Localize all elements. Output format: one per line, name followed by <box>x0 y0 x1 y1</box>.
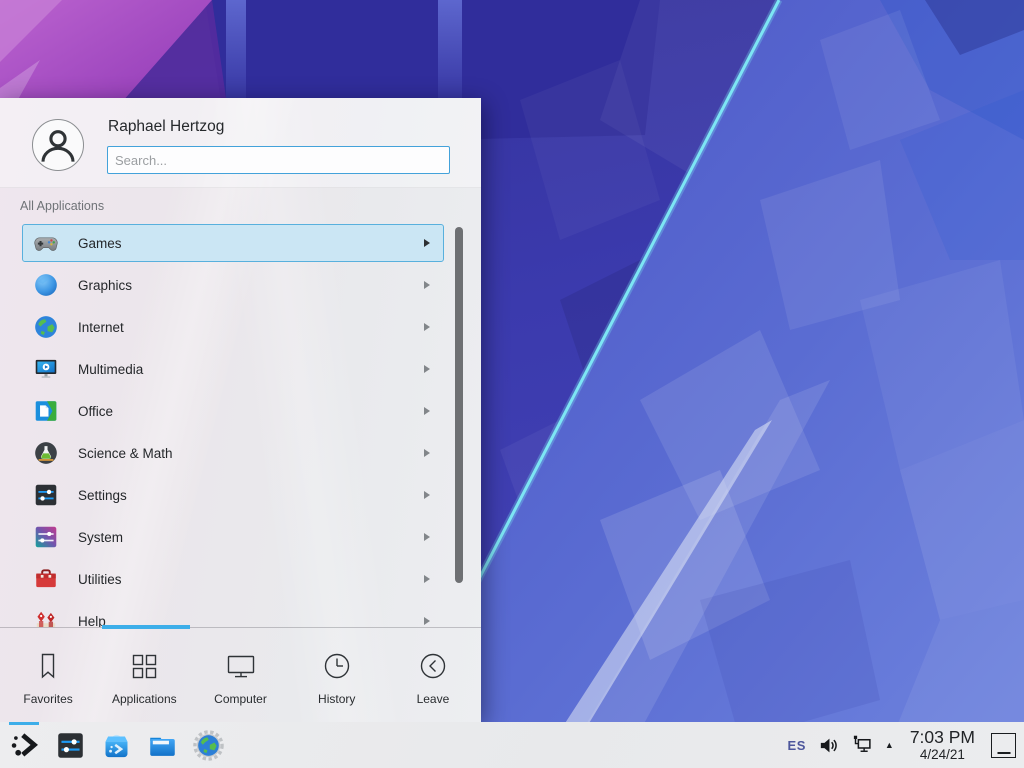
tab-favorites[interactable]: Favorites <box>0 628 96 722</box>
network-button[interactable] <box>851 734 874 757</box>
volume-icon <box>817 734 840 757</box>
submenu-arrow-icon <box>424 281 430 289</box>
app-launcher-button[interactable] <box>6 722 42 768</box>
tab-history[interactable]: History <box>289 628 385 722</box>
show-desktop-button[interactable] <box>991 733 1016 758</box>
search-input[interactable] <box>107 146 450 174</box>
category-row-system[interactable]: System <box>22 518 444 556</box>
tab-leave[interactable]: Leave <box>385 628 481 722</box>
submenu-arrow-icon <box>424 533 430 541</box>
internet-icon <box>33 314 59 340</box>
person-icon <box>33 120 83 170</box>
computer-icon <box>224 649 258 683</box>
favorites-icon <box>31 649 65 683</box>
file-manager-icon <box>147 730 178 761</box>
taskbar-launchers <box>6 722 226 768</box>
category-label: Science & Math <box>78 446 173 461</box>
category-label: Office <box>78 404 113 419</box>
category-label: Settings <box>78 488 127 503</box>
tab-label: Favorites <box>23 692 72 706</box>
tab-label: Computer <box>214 692 267 706</box>
settings-icon <box>33 482 59 508</box>
category-row-graphics[interactable]: Graphics <box>22 266 444 304</box>
leave-icon <box>416 649 450 683</box>
category-row-office[interactable]: Office <box>22 392 444 430</box>
submenu-arrow-icon <box>424 491 430 499</box>
app-launcher-icon <box>9 730 40 761</box>
system-tray: ES ▲ 7:03 PM 4/24/21 <box>788 722 1018 768</box>
tab-label: History <box>318 692 355 706</box>
scrollbar[interactable] <box>455 227 463 583</box>
category-label: Graphics <box>78 278 132 293</box>
taskbar: ES ▲ 7:03 PM 4/24/21 <box>0 722 1024 768</box>
category-row-help[interactable]: Help <box>22 602 444 627</box>
desktop: { "user": { "name": "Raphael Hertzog" },… <box>0 0 1024 768</box>
network-icon <box>851 734 874 757</box>
category-label: Games <box>78 236 122 251</box>
utilities-icon <box>33 566 59 592</box>
category-row-games[interactable]: Games <box>22 224 444 262</box>
science-icon <box>33 440 59 466</box>
tab-label: Leave <box>417 692 450 706</box>
section-label-all-applications: All Applications <box>20 199 104 213</box>
applications-icon <box>127 649 161 683</box>
web-browser-icon <box>193 730 224 761</box>
category-label: Utilities <box>78 572 122 587</box>
clock-time: 7:03 PM <box>910 728 975 748</box>
submenu-arrow-icon <box>424 407 430 415</box>
application-category-list: Games Graphics <box>0 218 481 627</box>
active-launcher-indicator <box>9 722 39 725</box>
submenu-arrow-icon <box>424 323 430 331</box>
submenu-arrow-icon <box>424 617 430 625</box>
volume-button[interactable] <box>817 734 840 757</box>
file-manager-launcher[interactable] <box>144 722 180 768</box>
category-label: Internet <box>78 320 124 335</box>
submenu-arrow-icon <box>424 449 430 457</box>
history-icon <box>320 649 354 683</box>
submenu-arrow-icon <box>424 239 430 247</box>
system-settings-launcher[interactable] <box>52 722 88 768</box>
tab-computer[interactable]: Computer <box>192 628 288 722</box>
launcher-tabbar: Favorites Applications Computer <box>0 628 481 722</box>
submenu-arrow-icon <box>424 575 430 583</box>
system-icon <box>33 524 59 550</box>
application-launcher-menu: Raphael Hertzog All Applications Games <box>0 98 481 722</box>
office-icon <box>33 398 59 424</box>
help-icon <box>33 608 59 627</box>
discover-icon <box>101 730 132 761</box>
category-row-settings[interactable]: Settings <box>22 476 444 514</box>
user-name: Raphael Hertzog <box>108 118 224 136</box>
digital-clock[interactable]: 7:03 PM 4/24/21 <box>910 728 975 763</box>
graphics-icon <box>33 272 59 298</box>
category-row-utilities[interactable]: Utilities <box>22 560 444 598</box>
category-label: Multimedia <box>78 362 143 377</box>
discover-launcher[interactable] <box>98 722 134 768</box>
category-row-multimedia[interactable]: Multimedia <box>22 350 444 388</box>
tab-applications[interactable]: Applications <box>96 628 192 722</box>
games-icon <box>33 230 59 256</box>
keyboard-layout-indicator[interactable]: ES <box>788 738 806 753</box>
system-settings-icon <box>55 730 86 761</box>
category-label: System <box>78 530 123 545</box>
user-avatar[interactable] <box>32 119 84 171</box>
launcher-header: Raphael Hertzog <box>0 98 481 188</box>
expand-tray-button[interactable]: ▲ <box>885 740 894 750</box>
category-row-science-math[interactable]: Science & Math <box>22 434 444 472</box>
tab-label: Applications <box>112 692 177 706</box>
clock-date: 4/24/21 <box>910 747 975 762</box>
category-row-internet[interactable]: Internet <box>22 308 444 346</box>
web-browser-launcher[interactable] <box>190 722 226 768</box>
multimedia-icon <box>33 356 59 382</box>
submenu-arrow-icon <box>424 365 430 373</box>
